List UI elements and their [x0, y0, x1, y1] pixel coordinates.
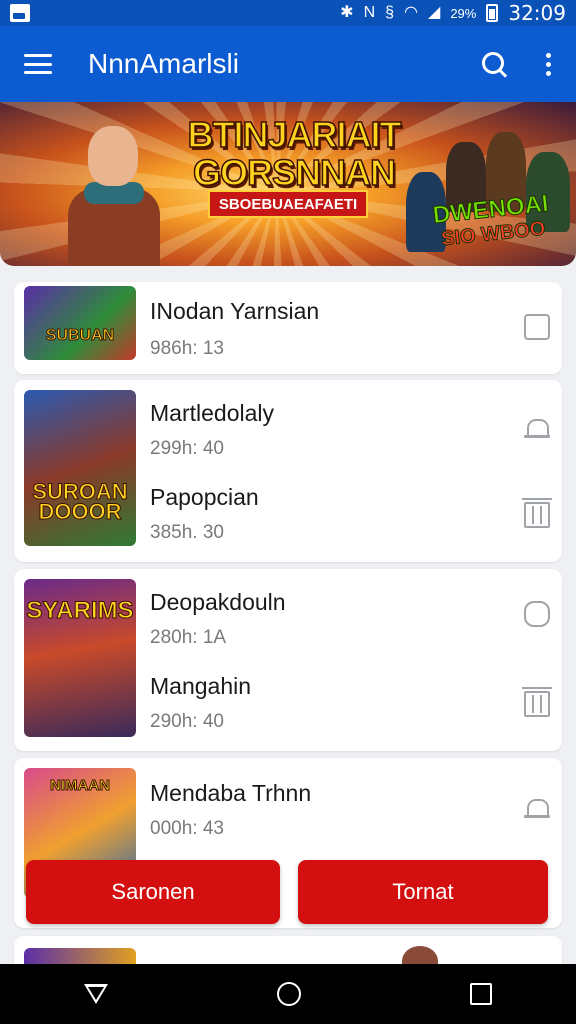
- more-vert-icon[interactable]: [546, 52, 552, 76]
- item-meta: 385h. 30: [150, 522, 224, 543]
- recents-icon[interactable]: [469, 983, 492, 1005]
- square-icon[interactable]: [524, 314, 550, 340]
- game-thumbnail: SUROAN DOOOR: [24, 390, 136, 546]
- status-bar: ✱ N § ◠ ◢ 29% 32:09: [0, 0, 576, 26]
- item-title: INodan Yarnsian: [150, 298, 320, 324]
- list-item-group: SUROAN DOOOR Martledolaly 299h: 40 Papop…: [14, 380, 562, 562]
- thumbnail-label: SUBUAN: [45, 327, 115, 345]
- bell-icon[interactable]: [524, 794, 550, 820]
- banner-ribbon: SBOEBUAEAFAETI: [208, 190, 368, 218]
- promo-banner[interactable]: BTINJARIAIT GORSNNAN SBOEBUAEAFAETI DWEN…: [0, 102, 576, 266]
- clock: 32:09: [508, 1, 566, 25]
- item-title[interactable]: Papopcian: [150, 484, 259, 511]
- system-nav-bar: [0, 964, 576, 1024]
- tornat-button[interactable]: Tornat: [298, 860, 548, 924]
- battery-percent: 29%: [450, 5, 477, 21]
- lock-icon[interactable]: [524, 601, 550, 627]
- banner-title: BTINJARIAIT GORSNNAN: [187, 114, 403, 193]
- app-title: NnnAmarlsli: [88, 48, 239, 79]
- bell-icon[interactable]: [524, 414, 550, 440]
- signal-icon: ◢: [428, 4, 441, 21]
- trash-icon[interactable]: [522, 498, 552, 528]
- game-thumbnail: SYARIMS: [24, 579, 136, 737]
- item-title[interactable]: Mangahin: [150, 673, 251, 700]
- banner-hero-character: [48, 118, 178, 266]
- image-notification-icon: [10, 4, 30, 22]
- item-meta: 290h: 40: [150, 711, 224, 732]
- saronen-button[interactable]: Saronen: [26, 860, 280, 924]
- back-icon[interactable]: [84, 984, 109, 1004]
- list-item-group: SYARIMS Deopakdouln 280h: 1A Mangahin 29…: [14, 569, 562, 751]
- item-title: Mendaba Trhnn: [150, 780, 312, 806]
- thumbnail-label: SUROAN DOOOR: [32, 479, 128, 524]
- wifi-icon: ◠: [404, 4, 419, 21]
- home-icon[interactable]: [276, 982, 301, 1006]
- trash-icon[interactable]: [522, 687, 552, 717]
- thumbnail-label: SYARIMS: [26, 597, 134, 624]
- search-icon[interactable]: [480, 50, 508, 78]
- battery-icon: [486, 4, 499, 22]
- item-meta: 000h: 43: [150, 818, 224, 839]
- item-meta: 986h: 13: [150, 338, 224, 359]
- game-thumbnail: SUBUAN: [24, 286, 136, 360]
- app-bar: NnnAmarlsli: [0, 26, 576, 102]
- nfc-icon: §: [385, 4, 395, 21]
- item-title[interactable]: Deopakdouln: [150, 589, 286, 616]
- item-meta: 280h: 1A: [150, 627, 227, 648]
- bluetooth-icon: ✱: [340, 4, 354, 21]
- thumbnail-label: NIMAAN: [50, 777, 111, 795]
- item-meta: 299h: 40: [150, 438, 224, 459]
- list-item[interactable]: SUBUAN INodan Yarnsian 986h: 13: [14, 282, 562, 374]
- menu-icon[interactable]: [24, 54, 52, 74]
- mute-icon: N: [363, 4, 376, 21]
- item-title[interactable]: Martledolaly: [150, 400, 274, 427]
